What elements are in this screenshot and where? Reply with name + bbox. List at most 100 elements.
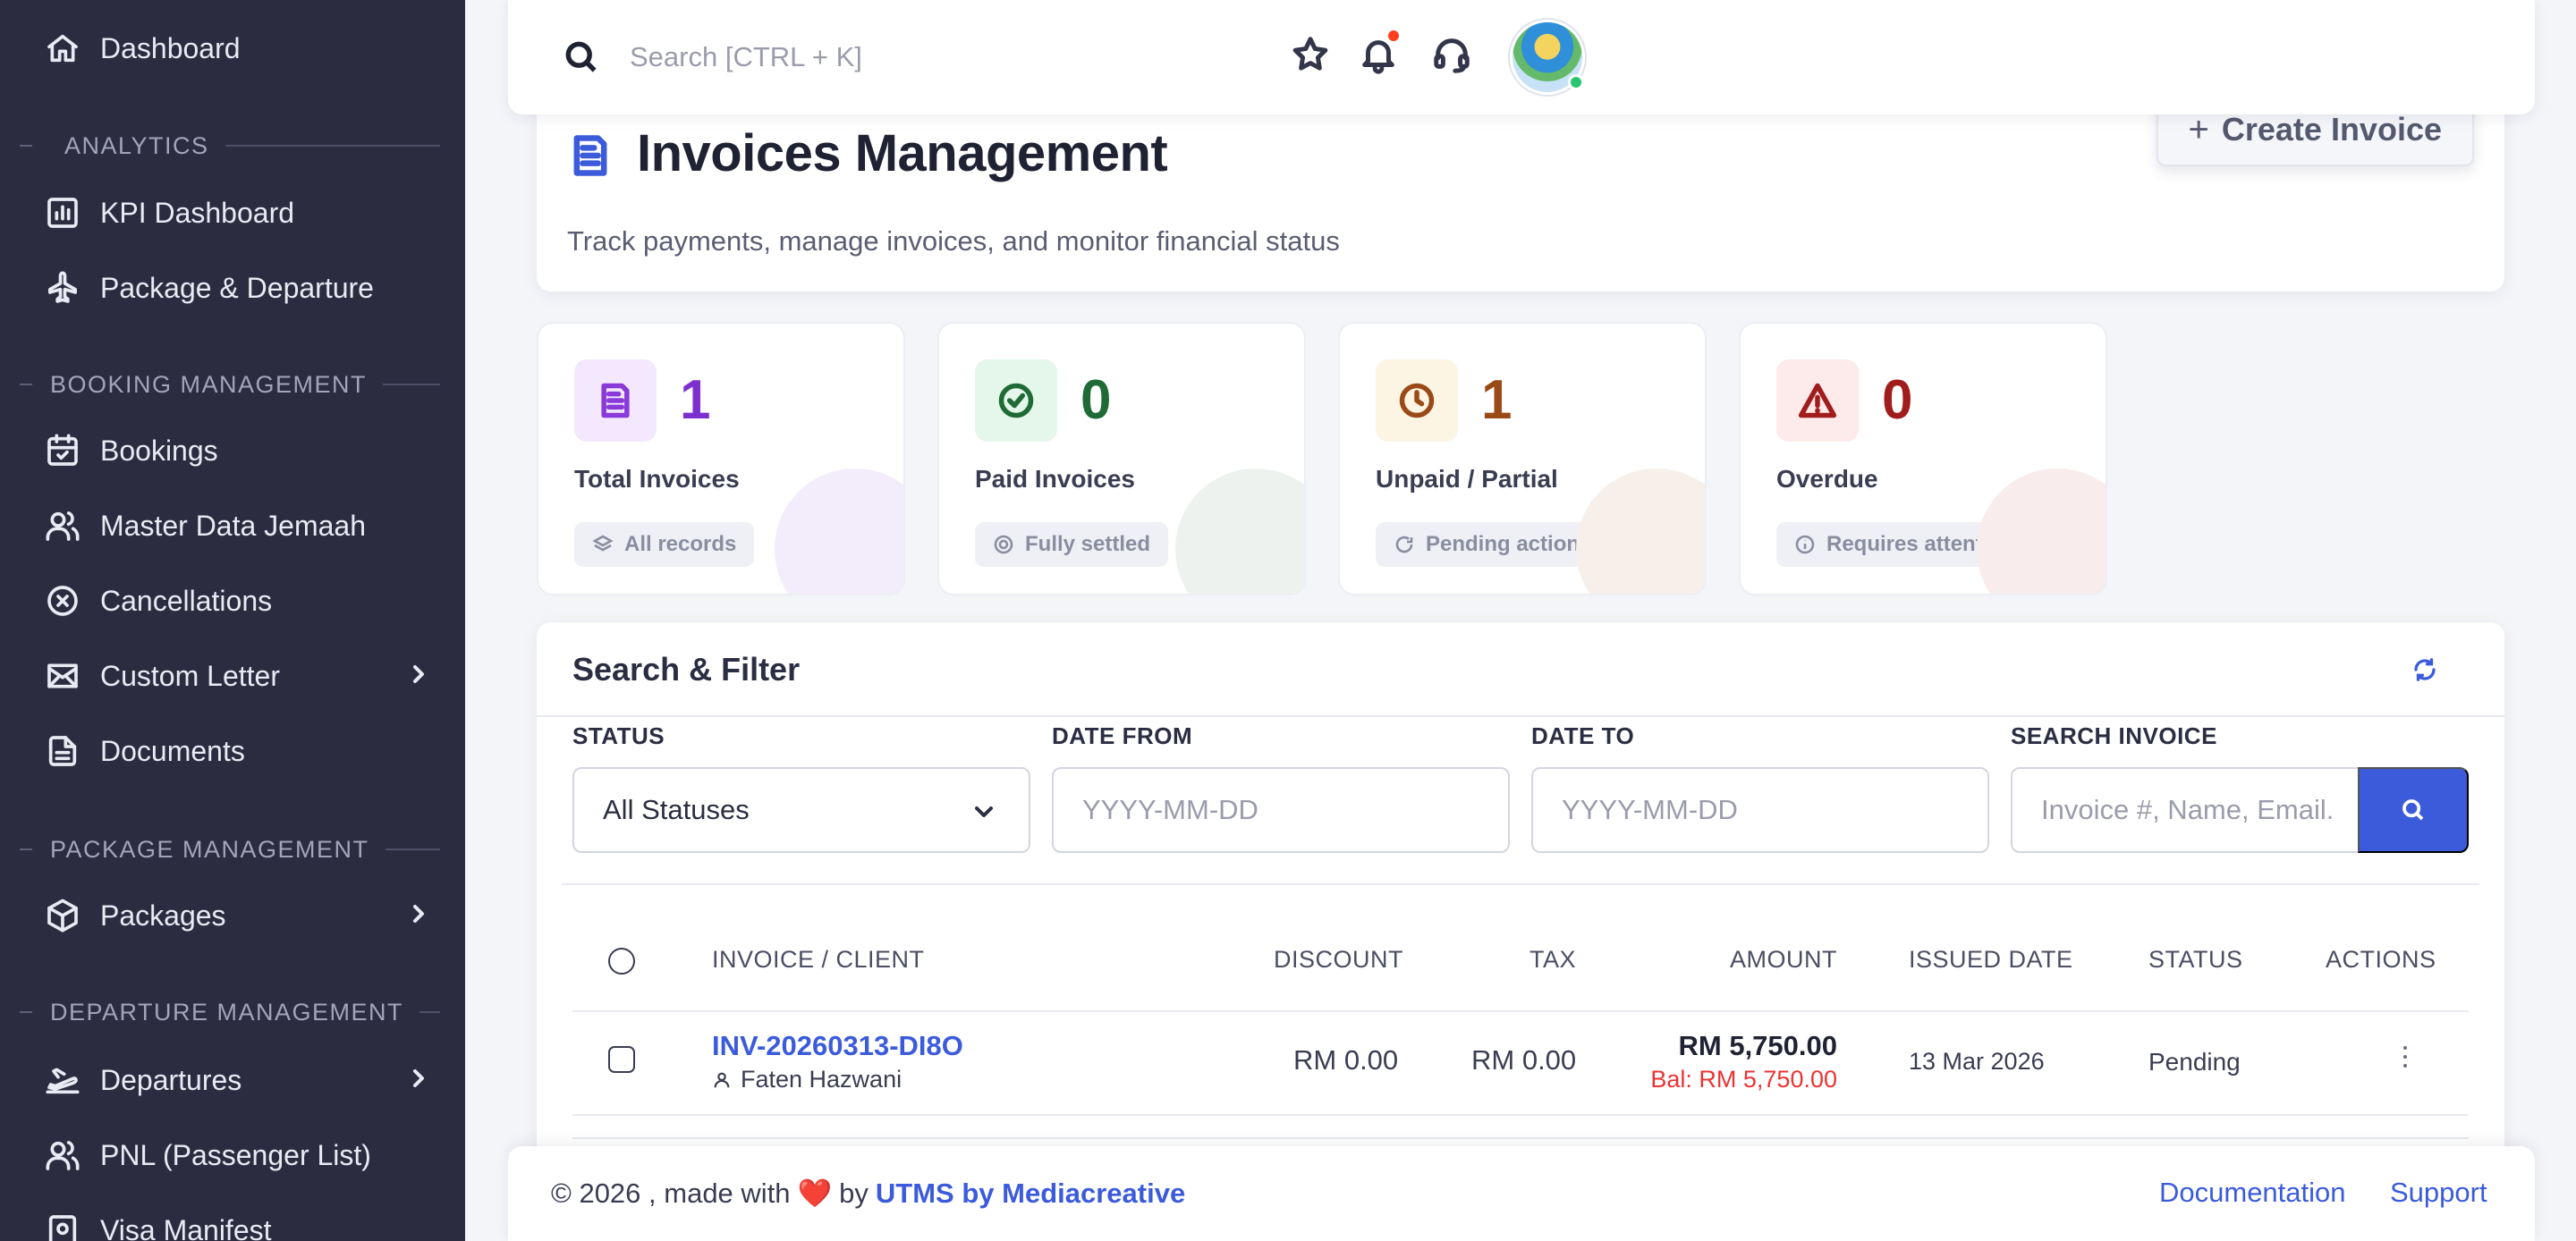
column-header-invoice[interactable]: INVOICE / CLIENT — [712, 946, 925, 974]
page-subtitle: Track payments, manage invoices, and mon… — [567, 225, 1340, 257]
stat-badge-text: Pending action — [1426, 532, 1580, 556]
topbar — [508, 0, 2535, 114]
bell-icon[interactable] — [1358, 30, 1401, 77]
column-header-tax[interactable]: TAX — [1530, 946, 1576, 974]
stat-label: Total Invoices — [574, 465, 740, 493]
sidebar-item-pnl[interactable]: PNL (Passenger List) — [43, 1127, 436, 1184]
copyright-text: © 2026 , made with — [551, 1177, 791, 1209]
tax-value: RM 0.00 — [1471, 1044, 1577, 1076]
invoice-number-link[interactable]: INV-20260313-DI8O — [712, 1030, 963, 1062]
section-label: PACKAGE MANAGEMENT — [50, 835, 369, 863]
amount-value: RM 5,750.00 — [1678, 1030, 1838, 1061]
sidebar-item-label: PNL (Passenger List) — [100, 1138, 371, 1171]
divider — [537, 715, 2504, 717]
chevron-right-icon — [404, 1064, 436, 1096]
date-to-input[interactable] — [1531, 767, 1989, 853]
date-from-label: DATE FROM — [1052, 722, 1193, 749]
chevron-down-icon — [970, 798, 998, 826]
column-header-amount[interactable]: AMOUNT — [1730, 946, 1837, 974]
decorative-circle — [1576, 469, 1705, 594]
sidebar-item-package-departure[interactable]: Package & Departure — [43, 259, 436, 317]
page-title: Invoices Management — [637, 124, 1168, 182]
status-select[interactable]: All Statuses — [572, 767, 1030, 853]
plane-departure-icon — [43, 1060, 82, 1100]
search-icon — [2402, 799, 2424, 821]
section-label: BOOKING MANAGEMENT — [50, 370, 368, 398]
row-checkbox[interactable] — [608, 1046, 635, 1073]
refresh-icon[interactable] — [2411, 656, 2442, 687]
brand-link[interactable]: UTMS by Mediacreative — [876, 1178, 1185, 1210]
column-header-status[interactable]: STATUS — [2148, 946, 2243, 974]
section-label: ANALYTICS — [64, 131, 209, 159]
issued-date-value: 13 Mar 2026 — [1909, 1048, 2045, 1075]
notification-dot — [1388, 30, 1399, 41]
stat-badge: All records — [574, 522, 755, 567]
date-from-input[interactable] — [1052, 767, 1510, 853]
status-badge: Pending — [2148, 1048, 2241, 1076]
date-to-label: DATE TO — [1531, 722, 1635, 749]
invoice-icon — [574, 359, 657, 442]
section-departure-management: DEPARTURE MANAGEMENT — [20, 994, 440, 1030]
page-header-card: Invoices Management Track payments, mana… — [537, 86, 2504, 291]
circle-x-icon — [43, 581, 82, 620]
plane-icon — [43, 268, 82, 308]
balance-value: Bal: RM 5,750.00 — [1650, 1066, 1837, 1093]
stat-value: 0 — [1080, 369, 1112, 431]
home-icon — [43, 29, 82, 68]
documentation-link[interactable]: Documentation — [2159, 1177, 2346, 1209]
users-icon — [43, 1135, 82, 1175]
divider — [572, 1114, 2469, 1116]
sidebar-item-custom-letter[interactable]: Custom Letter — [43, 647, 436, 705]
sidebar-item-label: Master Data Jemaah — [100, 509, 367, 542]
column-header-issued-date[interactable]: ISSUED DATE — [1909, 946, 2073, 974]
sidebar-item-master-data-jemaah[interactable]: Master Data Jemaah — [43, 497, 436, 554]
filter-title: Search & Filter — [572, 651, 801, 688]
column-header-actions: ACTIONS — [2326, 946, 2436, 973]
sidebar-item-visa-manifest[interactable]: Visa Manifest — [43, 1202, 436, 1241]
avatar[interactable] — [1510, 20, 1585, 95]
select-all-checkbox[interactable] — [608, 948, 635, 975]
clock-icon — [1376, 359, 1458, 442]
sidebar-item-dashboard[interactable]: Dashboard — [43, 20, 436, 77]
section-analytics: ANALYTICS — [20, 128, 440, 164]
sidebar-item-label: Packages — [100, 899, 226, 932]
mail-icon — [43, 656, 82, 696]
stat-value: 1 — [1481, 369, 1513, 431]
headset-icon[interactable] — [1431, 34, 1474, 77]
sidebar-item-kpi-dashboard[interactable]: KPI Dashboard — [43, 184, 436, 241]
sidebar-item-bookings[interactable]: Bookings — [43, 422, 436, 479]
stat-card-overdue: 0 Overdue Requires attention — [1739, 322, 2107, 595]
divider — [562, 883, 2479, 885]
heart-icon: ❤️ — [797, 1178, 833, 1209]
info-icon — [1795, 535, 1815, 554]
client-name-text: Faten Hazwani — [741, 1066, 902, 1093]
divider — [572, 1137, 2469, 1139]
more-vertical-icon[interactable] — [2401, 1046, 2410, 1071]
id-badge-icon — [43, 1211, 82, 1241]
sidebar-item-packages[interactable]: Packages — [43, 887, 436, 944]
sidebar-item-label: Documents — [100, 734, 245, 767]
sidebar-item-documents[interactable]: Documents — [43, 722, 436, 780]
sidebar-item-cancellations[interactable]: Cancellations — [43, 572, 436, 629]
invoice-search-button[interactable] — [2358, 767, 2469, 853]
plus-icon: + — [2188, 109, 2209, 149]
star-icon[interactable] — [1290, 34, 1333, 77]
decorative-circle — [775, 469, 903, 594]
stat-label: Paid Invoices — [975, 465, 1135, 493]
layers-icon — [592, 535, 614, 552]
sidebar-item-label: Departures — [100, 1063, 242, 1096]
support-link[interactable]: Support — [2390, 1177, 2487, 1209]
sidebar-item-departures[interactable]: Departures — [43, 1051, 436, 1109]
search-icon[interactable] — [562, 38, 601, 77]
sidebar-item-label: Dashboard — [100, 31, 241, 64]
invoice-search-input[interactable] — [2011, 767, 2363, 853]
section-booking-management: BOOKING MANAGEMENT — [20, 367, 440, 402]
footer: © 2026 , made with ❤️ by UTMS by Mediacr… — [508, 1146, 2535, 1241]
decorative-circle — [1977, 469, 2106, 594]
sidebar-item-label: Visa Manifest — [100, 1213, 272, 1241]
column-header-discount[interactable]: DISCOUNT — [1274, 946, 1403, 974]
decorative-circle — [1175, 469, 1304, 594]
chevron-right-icon — [404, 899, 436, 932]
stat-card-unpaid-partial: 1 Unpaid / Partial Pending action — [1338, 322, 1707, 595]
stat-card-total-invoices: 1 Total Invoices All records — [537, 322, 905, 595]
